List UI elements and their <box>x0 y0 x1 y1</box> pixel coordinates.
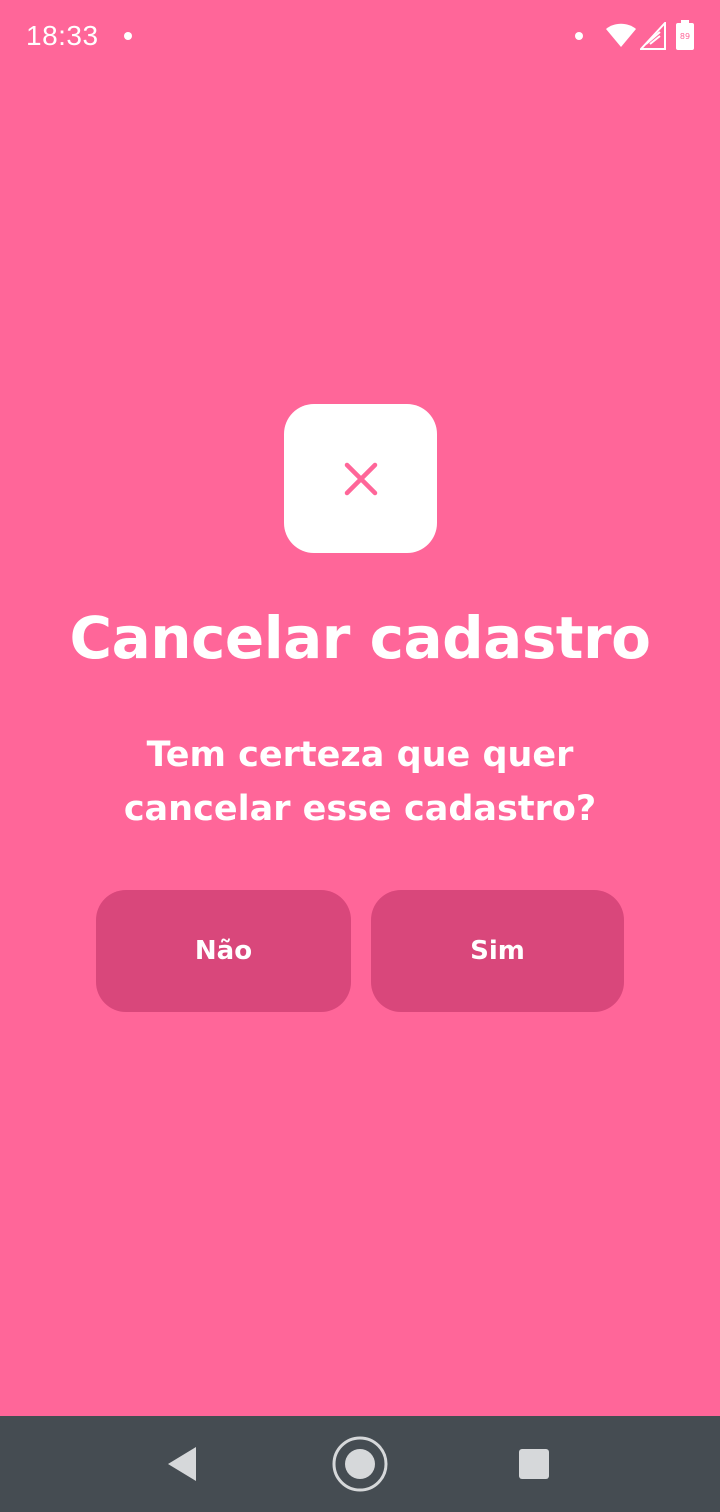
home-icon[interactable] <box>331 1435 389 1493</box>
dialog-title: Cancelar cadastro <box>69 604 651 672</box>
icon-card <box>284 404 437 553</box>
yes-button-label: Sim <box>470 936 525 966</box>
cancel-dialog: Cancelar cadastro Tem certeza que quer c… <box>0 0 720 1416</box>
no-button-label: Não <box>194 936 253 966</box>
recents-icon[interactable] <box>518 1448 550 1480</box>
back-icon[interactable] <box>164 1444 200 1484</box>
yes-button[interactable]: Sim <box>371 890 624 1012</box>
navigation-bar <box>0 1416 720 1512</box>
dialog-message: Tem certeza que quer cancelar esse cadas… <box>123 735 597 829</box>
no-button[interactable]: Não <box>96 890 351 1012</box>
close-icon <box>344 462 377 495</box>
